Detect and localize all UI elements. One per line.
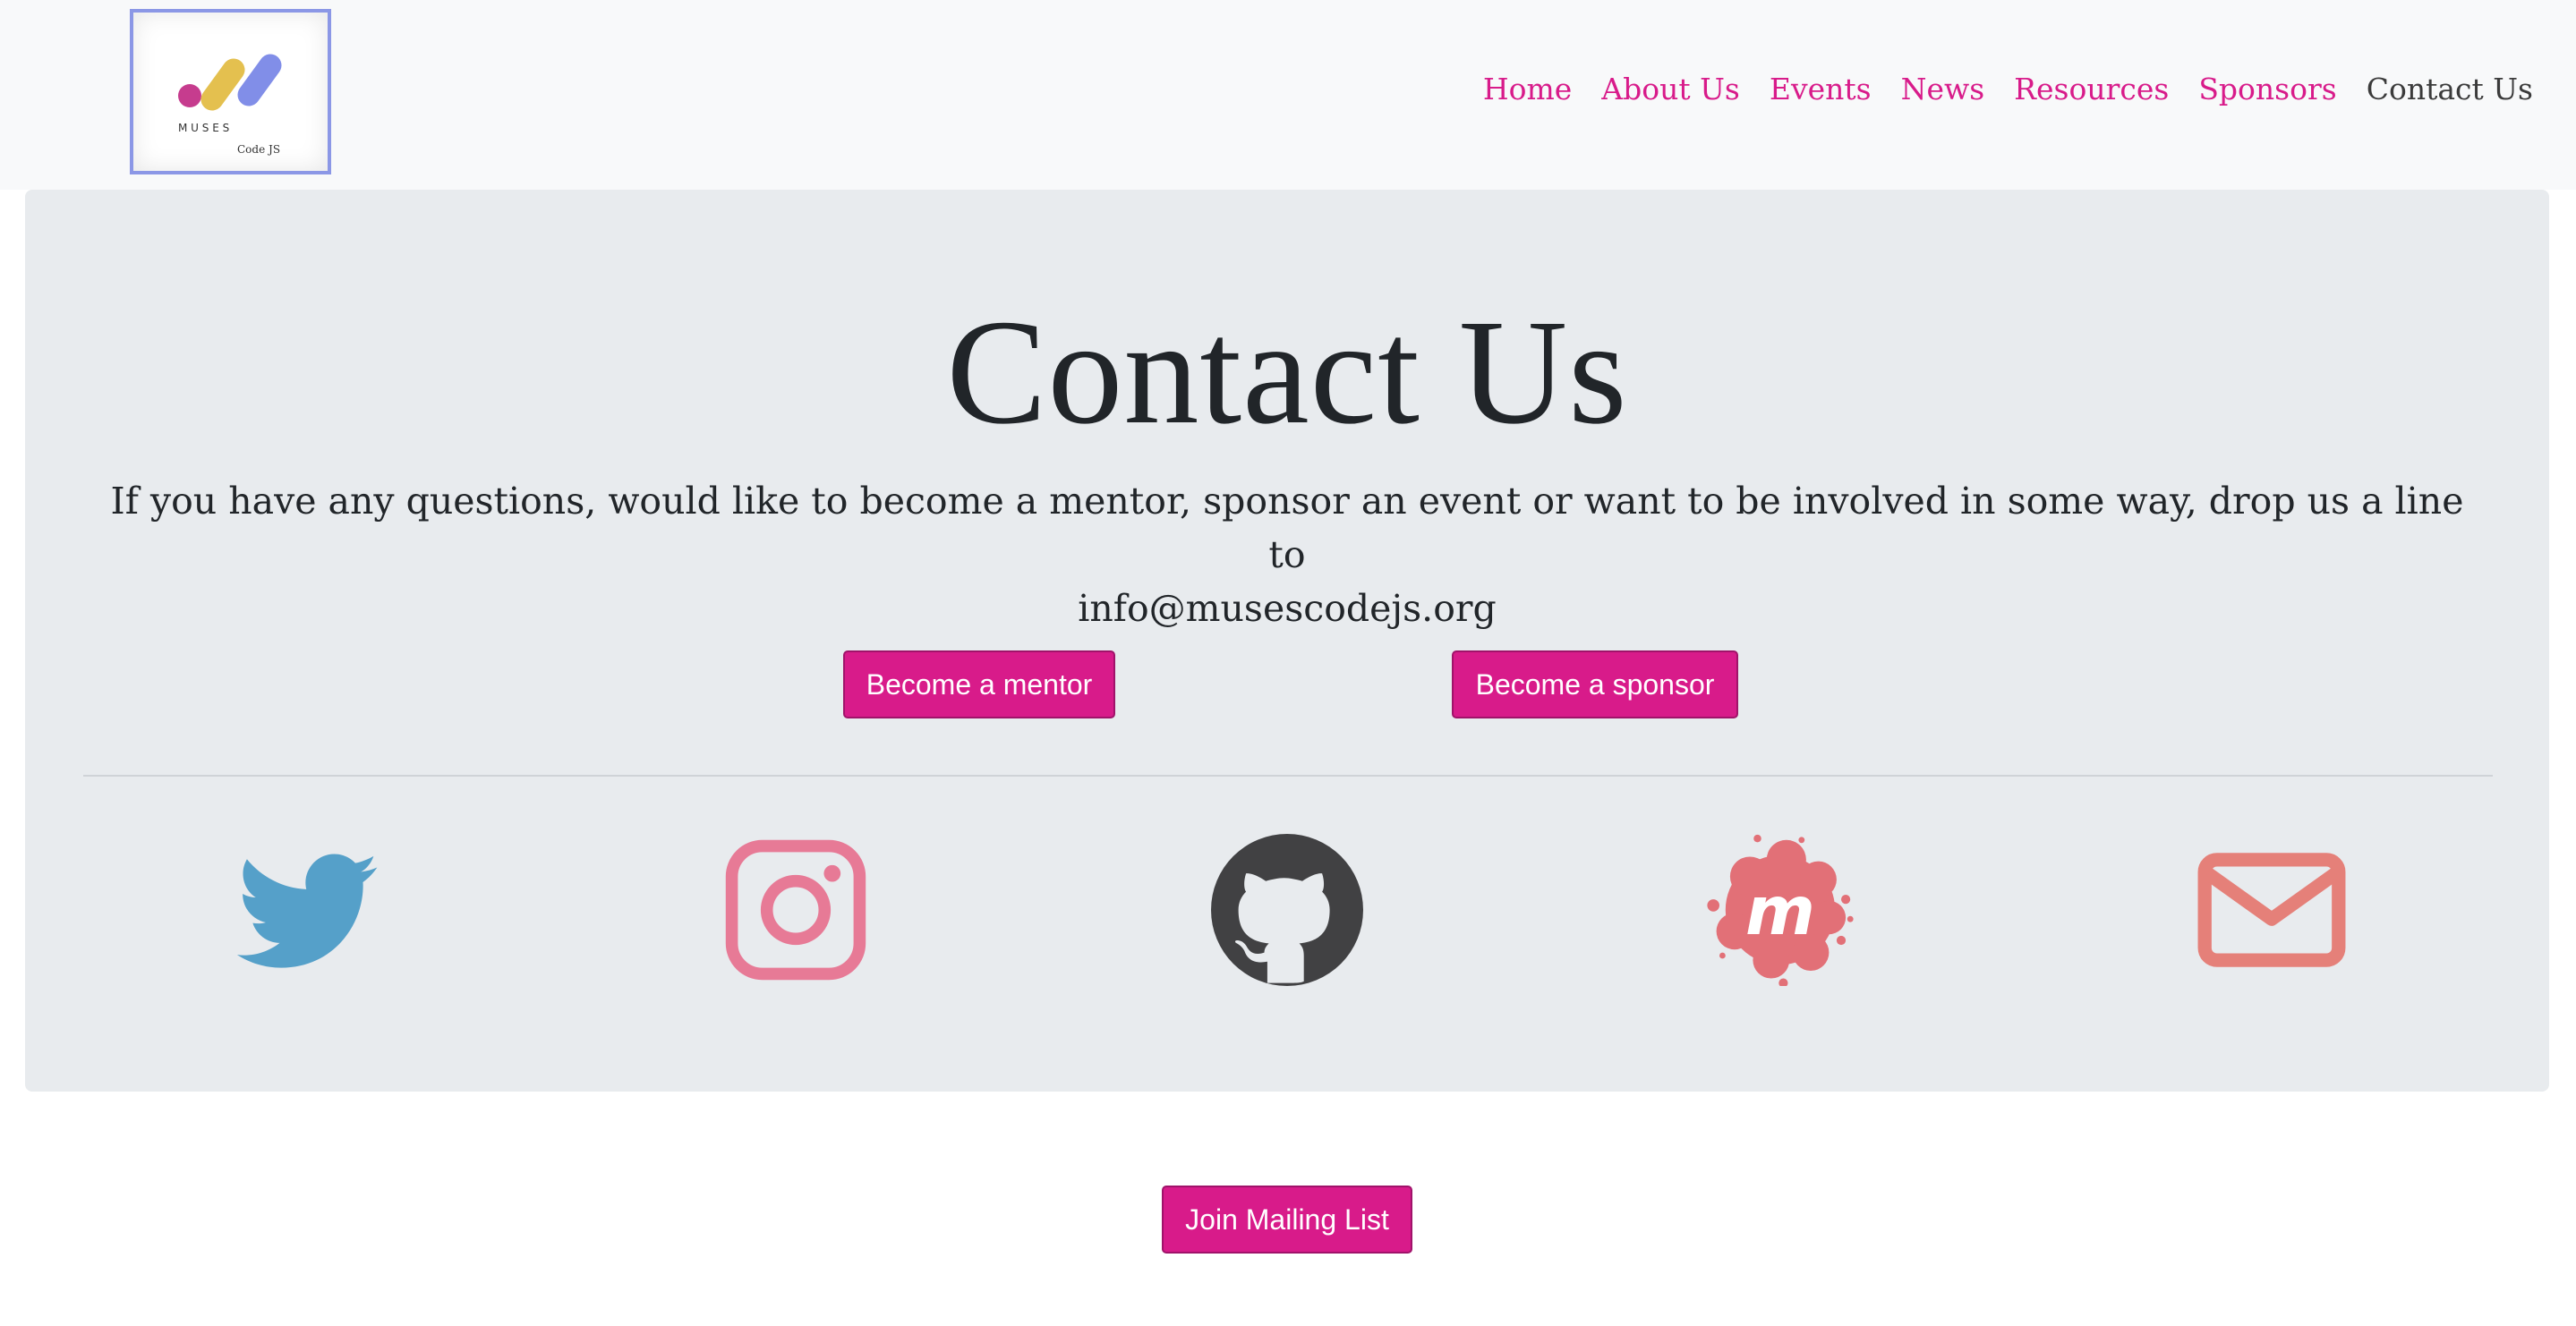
github-icon bbox=[1211, 834, 1363, 986]
become-sponsor-button[interactable]: Become a sponsor bbox=[1452, 650, 1738, 718]
divider bbox=[83, 775, 2493, 777]
nav-link-home[interactable]: Home bbox=[1483, 72, 1572, 106]
lead-text-line1: If you have any questions, would like to… bbox=[110, 480, 2464, 576]
nav-link-events[interactable]: Events bbox=[1770, 72, 1872, 106]
twitter-link[interactable] bbox=[228, 834, 380, 986]
github-link[interactable] bbox=[1211, 834, 1363, 986]
logo-subtitle: Code JS bbox=[237, 143, 280, 156]
instagram-icon bbox=[725, 839, 866, 981]
nav-link-resources[interactable]: Resources bbox=[2014, 72, 2169, 106]
become-mentor-button[interactable]: Become a mentor bbox=[843, 650, 1115, 718]
contact-jumbotron: Contact Us If you have any questions, wo… bbox=[25, 190, 2549, 1092]
main-nav: Home About Us Events News Resources Spon… bbox=[1483, 72, 2533, 106]
page-title: Contact Us bbox=[946, 289, 1628, 455]
join-mailing-list-button[interactable]: Join Mailing List bbox=[1162, 1186, 1412, 1254]
contact-email: info@musescodejs.org bbox=[1078, 587, 1497, 630]
twitter-icon bbox=[236, 854, 378, 968]
svg-text:m: m bbox=[1745, 872, 1815, 950]
logo-wordmark: M U S E S bbox=[178, 122, 229, 134]
nav-link-about-us[interactable]: About Us bbox=[1601, 72, 1740, 106]
contact-lead-text: If you have any questions, would like to… bbox=[97, 474, 2478, 635]
email-link[interactable] bbox=[2196, 834, 2348, 986]
nav-link-sponsors[interactable]: Sponsors bbox=[2198, 72, 2336, 106]
meetup-icon: m bbox=[1707, 834, 1854, 986]
instagram-link[interactable] bbox=[720, 834, 872, 986]
site-logo[interactable]: M U S E S Code JS bbox=[130, 9, 331, 174]
nav-link-news[interactable]: News bbox=[1901, 72, 1985, 106]
nav-link-contact-us[interactable]: Contact Us bbox=[2367, 72, 2533, 106]
logo-mark-icon: M U S E S Code JS bbox=[178, 54, 282, 156]
meetup-link[interactable]: m bbox=[1704, 834, 1856, 986]
navbar: M U S E S Code JS Home About Us Events N… bbox=[0, 0, 2576, 190]
email-icon bbox=[2197, 853, 2346, 967]
